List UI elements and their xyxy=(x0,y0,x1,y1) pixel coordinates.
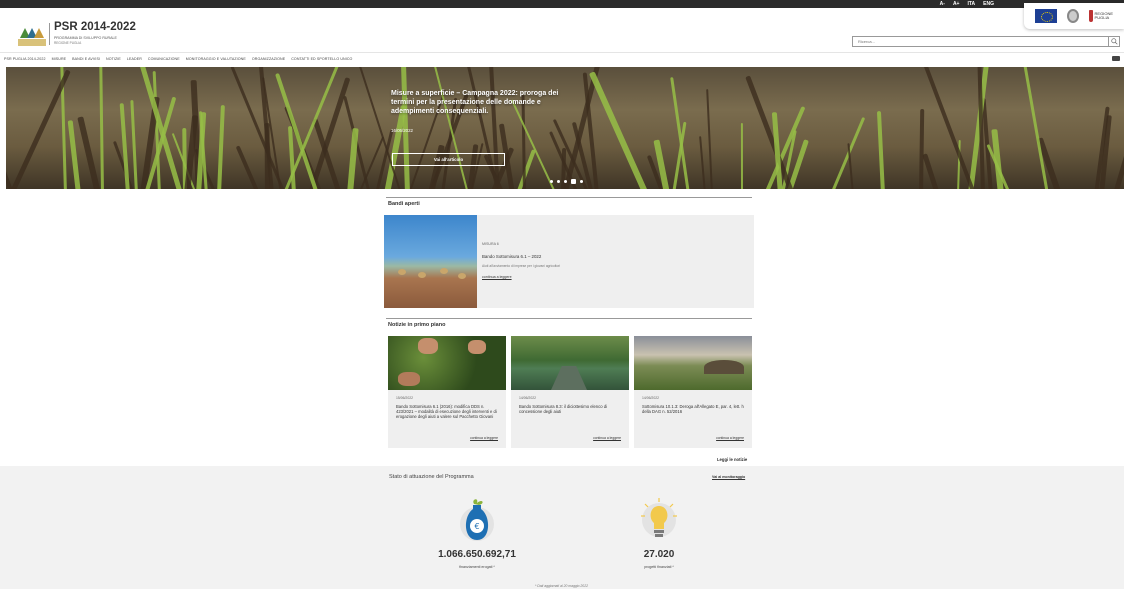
slider-dot[interactable] xyxy=(550,180,553,183)
search-input[interactable] xyxy=(853,37,1108,46)
search-button[interactable] xyxy=(1108,37,1119,46)
news-card[interactable]: 15/06/2022 Bando Sottomisura 6.1 (2016):… xyxy=(388,336,506,448)
hero-grass-decoration xyxy=(589,71,649,189)
news-image-river xyxy=(511,336,629,390)
news-read-more-link[interactable]: continua a leggere xyxy=(716,436,744,440)
news-image-landscape xyxy=(634,336,752,390)
hero-grass-decoration xyxy=(706,89,714,189)
hero-grass-decoration xyxy=(347,128,359,189)
language-eng-link[interactable]: ENG xyxy=(983,1,994,7)
bando-card[interactable]: Misura 6 Bando Sottomisura 6.1 – 2022 Ai… xyxy=(384,215,754,308)
nav-item[interactable]: Notizie xyxy=(106,57,121,61)
news-date: 14/06/2022 xyxy=(642,396,659,400)
news-title[interactable]: Bando Sottomisura 6.1 (2016): modifica D… xyxy=(396,404,500,420)
nav-item[interactable]: Comunicazione xyxy=(148,57,180,61)
funded-projects-value: 27.020 xyxy=(643,549,675,560)
hero-grass-decoration xyxy=(670,77,691,189)
hero-grass-decoration xyxy=(6,105,15,189)
slider-dot[interactable] xyxy=(571,179,576,184)
hero-grass-decoration xyxy=(68,120,81,189)
hero-grass-decoration xyxy=(235,146,259,189)
hero-grass-decoration xyxy=(77,116,101,189)
all-news-link[interactable]: Leggi le notizie xyxy=(717,457,747,462)
site-header: PSR 2014-2022 Programma di sviluppo rura… xyxy=(0,8,1124,52)
funded-projects-label: progetti finanziati * xyxy=(644,565,674,569)
money-bag-icon: € xyxy=(460,499,494,541)
news-title[interactable]: Sottomisura 10.1.3: Deroga all'Allegato … xyxy=(642,404,746,414)
hero-grass-decoration xyxy=(217,105,226,189)
hero-slider: Misure a superficie – Campagna 2022: pro… xyxy=(6,67,1124,189)
search-box xyxy=(852,36,1120,47)
news-read-more-link[interactable]: continua a leggere xyxy=(470,436,498,440)
hero-grass-decoration xyxy=(876,110,885,189)
bando-title[interactable]: Bando Sottomisura 6.1 – 2022 xyxy=(482,254,541,259)
hero-grass-decoration xyxy=(744,74,795,189)
hero-grass-decoration xyxy=(922,152,940,189)
hero-grass-decoration xyxy=(698,136,706,189)
psr-puglia-logo[interactable] xyxy=(18,22,46,46)
news-title[interactable]: Bando Sottomisura 8.3: il diciottesimo e… xyxy=(519,404,623,414)
nav-item[interactable]: Contatti ed Sportello Unico xyxy=(291,57,352,61)
bando-description: Aiuti all'avviamento di imprese per i gi… xyxy=(482,264,561,268)
slider-dot[interactable] xyxy=(580,180,583,183)
hero-title[interactable]: Misure a superficie – Campagna 2022: pro… xyxy=(391,89,581,116)
section-divider xyxy=(386,318,752,319)
utility-links: A- A+ ITA ENG xyxy=(940,0,994,8)
bando-measure: Misura 6 xyxy=(482,242,499,246)
font-smaller-button[interactable]: A- xyxy=(940,1,945,7)
stats-title: Stato di attuazione del Programma xyxy=(389,474,474,480)
hero-grass-decoration xyxy=(1112,67,1124,189)
news-card[interactable]: 14/06/2022 Sottomisura 10.1.3: Deroga al… xyxy=(634,336,752,448)
logo-divider xyxy=(49,23,50,45)
news-date: 14/06/2022 xyxy=(519,396,536,400)
hero-grass-decoration xyxy=(919,108,925,189)
funds-disbursed-value: 1.066.650.692,71 xyxy=(438,549,516,560)
language-ita-link[interactable]: ITA xyxy=(967,1,975,7)
stats-footnote: * Dati aggiornati al 20 maggio 2022 xyxy=(535,584,588,588)
bando-read-more-link[interactable]: continua a leggere xyxy=(482,275,512,279)
monitoring-link[interactable]: Vai al monitoraggio xyxy=(712,475,745,479)
hero-caption: Misure a superficie – Campagna 2022: pro… xyxy=(391,89,581,133)
hero-read-article-button[interactable]: Vai all'articolo xyxy=(392,153,505,166)
hero-date: 16/05/2022 xyxy=(391,128,413,133)
news-read-more-link[interactable]: continua a leggere xyxy=(593,436,621,440)
hero-grass-decoration xyxy=(119,103,130,189)
program-status-section: Stato di attuazione del Programma Vai al… xyxy=(0,466,1124,589)
hero-grass-decoration xyxy=(99,67,104,189)
slider-dot[interactable] xyxy=(564,180,567,183)
section-divider xyxy=(386,197,752,198)
bandi-section-title: Bandi aperti xyxy=(388,201,420,207)
svg-text:€: € xyxy=(474,522,479,531)
lightbulb-icon xyxy=(641,498,677,537)
nav-item[interactable]: PSR Puglia 2014-2022 xyxy=(4,57,46,61)
news-card[interactable]: 14/06/2022 Bando Sottomisura 8.3: il dic… xyxy=(511,336,629,448)
hero-grass-decoration xyxy=(1021,67,1050,189)
nav-item[interactable]: Leader xyxy=(127,57,142,61)
main-nav: PSR Puglia 2014-2022 Misure Bandi e avvisi… xyxy=(0,52,1124,65)
news-image-olives xyxy=(388,336,506,390)
font-larger-button[interactable]: A+ xyxy=(953,1,960,7)
slider-dot[interactable] xyxy=(557,180,560,183)
site-subtitle: Programma di sviluppo rurale xyxy=(54,36,117,40)
nav-item[interactable]: Monitoraggio e valutazione xyxy=(186,57,246,61)
nav-item[interactable]: Misure xyxy=(52,57,67,61)
hero-grass-decoration xyxy=(130,100,139,189)
nav-item[interactable]: Organizzazione xyxy=(252,57,285,61)
utility-bar: A- A+ ITA ENG xyxy=(0,0,1124,8)
hero-grass-decoration xyxy=(516,149,537,189)
bando-image xyxy=(384,215,477,308)
news-date: 15/06/2022 xyxy=(396,396,413,400)
site-title[interactable]: PSR 2014-2022 xyxy=(54,21,136,33)
menu-toggle-icon[interactable] xyxy=(1112,56,1120,61)
search-icon xyxy=(1110,38,1118,45)
site-subtitle-region: Regione Puglia xyxy=(54,41,82,45)
news-section-title: Notizie in primo piano xyxy=(388,322,446,328)
slider-pagination xyxy=(550,179,583,184)
nav-item[interactable]: Bandi e avvisi xyxy=(72,57,100,61)
hero-grass-decoration xyxy=(740,122,744,189)
funds-disbursed-label: finanziamenti erogati * xyxy=(459,565,495,569)
